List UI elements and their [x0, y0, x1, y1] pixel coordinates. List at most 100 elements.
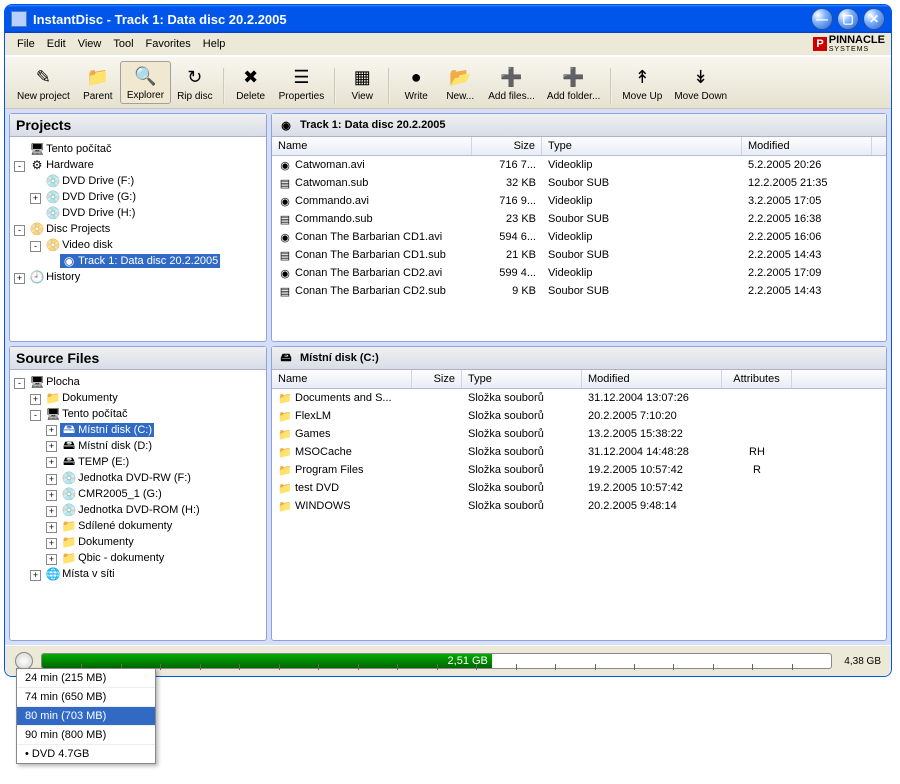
- toolbar-move-up[interactable]: ↟Move Up: [616, 63, 668, 104]
- menu-favorites[interactable]: Favorites: [140, 36, 197, 52]
- menu-view[interactable]: View: [72, 36, 108, 52]
- toolbar-rip-disc[interactable]: ↻Rip disc: [171, 63, 219, 104]
- menu-edit[interactable]: Edit: [41, 36, 72, 52]
- list-row[interactable]: ◉Catwoman.avi716 7...Videoklip5.2.2005 2…: [272, 156, 886, 174]
- menu-file[interactable]: File: [11, 36, 41, 52]
- toolbar-new-project[interactable]: ✎New project: [11, 63, 76, 104]
- tree-node[interactable]: 💿DVD Drive (F:): [44, 174, 136, 188]
- list-row[interactable]: 📁Program FilesSložka souborů19.2.2005 10…: [272, 461, 886, 479]
- tree-expander[interactable]: -: [14, 378, 25, 389]
- node-icon: 📀: [46, 238, 60, 252]
- menu-help[interactable]: Help: [197, 36, 232, 52]
- toolbar-new-[interactable]: 📂New...: [438, 63, 482, 104]
- list-row[interactable]: 📁MSOCacheSložka souborů31.12.2004 14:48:…: [272, 443, 886, 461]
- capacity-popup[interactable]: 24 min (215 MB)74 min (650 MB)80 min (70…: [16, 668, 156, 764]
- cell-mod: 20.2.2005 7:10:20: [582, 409, 722, 423]
- tree-expander[interactable]: +: [46, 554, 57, 565]
- tree-expander[interactable]: +: [30, 394, 41, 405]
- tree-node[interactable]: 📁Sdílené dokumenty: [60, 519, 174, 533]
- tree-node[interactable]: 📀Disc Projects: [28, 222, 112, 236]
- tree-expander[interactable]: +: [30, 193, 41, 204]
- drive-list[interactable]: 📁Documents and S...Složka souborů31.12.2…: [272, 389, 886, 633]
- list-row[interactable]: ◉Commando.avi716 9...Videoklip3.2.2005 1…: [272, 192, 886, 210]
- toolbar-write[interactable]: ●Write: [394, 63, 438, 104]
- track-list[interactable]: ◉Catwoman.avi716 7...Videoklip5.2.2005 2…: [272, 156, 886, 334]
- col-modified[interactable]: Modified: [582, 370, 722, 388]
- tree-node[interactable]: 📁Qbic - dokumenty: [60, 551, 166, 565]
- list-row[interactable]: 📁test DVDSložka souborů19.2.2005 10:57:4…: [272, 479, 886, 497]
- tree-node[interactable]: 🖴TEMP (E:): [60, 455, 131, 469]
- list-row[interactable]: 📁WINDOWSSložka souborů20.2.2005 9:48:14: [272, 497, 886, 515]
- toolbar-explorer[interactable]: 🔍Explorer: [120, 61, 171, 104]
- popup-item[interactable]: DVD 4.7GB: [17, 744, 155, 763]
- list-row[interactable]: ▤Conan The Barbarian CD1.sub21 KBSoubor …: [272, 246, 886, 264]
- tree-node[interactable]: 🌐Místa v síti: [44, 567, 117, 581]
- list-row[interactable]: 📁FlexLMSložka souborů20.2.2005 7:10:20: [272, 407, 886, 425]
- col-type[interactable]: Type: [542, 137, 742, 155]
- tree-node[interactable]: 🕘History: [28, 270, 82, 284]
- tree-node[interactable]: 💿DVD Drive (H:): [44, 206, 137, 220]
- node-icon: ◉: [62, 254, 76, 268]
- tree-node[interactable]: 📁Dokumenty: [60, 535, 136, 549]
- tree-expander[interactable]: +: [46, 522, 57, 533]
- list-row[interactable]: ◉Conan The Barbarian CD1.avi594 6...Vide…: [272, 228, 886, 246]
- tree-expander[interactable]: +: [46, 474, 57, 485]
- toolbar-label: Rip disc: [177, 91, 213, 102]
- tree-node[interactable]: ⚙Hardware: [28, 158, 96, 172]
- cell-mod: 2.2.2005 16:38: [742, 212, 872, 226]
- menu-tool[interactable]: Tool: [107, 36, 139, 52]
- col-modified[interactable]: Modified: [742, 137, 872, 155]
- col-type[interactable]: Type: [462, 370, 582, 388]
- maximize-button[interactable]: ▢: [837, 8, 859, 30]
- list-row[interactable]: ▤Conan The Barbarian CD2.sub9 KBSoubor S…: [272, 282, 886, 300]
- popup-item[interactable]: 90 min (800 MB): [17, 725, 155, 744]
- col-attributes[interactable]: Attributes: [722, 370, 792, 388]
- cell-type: Soubor SUB: [542, 212, 742, 226]
- toolbar-view[interactable]: ▦View: [340, 63, 384, 104]
- tree-expander[interactable]: -: [30, 410, 41, 421]
- tree-expander[interactable]: -: [14, 161, 25, 172]
- popup-item[interactable]: 24 min (215 MB): [17, 669, 155, 687]
- list-row[interactable]: 📁Documents and S...Složka souborů31.12.2…: [272, 389, 886, 407]
- tree-node[interactable]: 💿CMR2005_1 (G:): [60, 487, 164, 501]
- tree-expander[interactable]: -: [14, 225, 25, 236]
- tree-expander[interactable]: +: [30, 570, 41, 581]
- tree-node[interactable]: 🖥Plocha: [28, 375, 82, 389]
- list-row[interactable]: ▤Catwoman.sub32 KBSoubor SUB12.2.2005 21…: [272, 174, 886, 192]
- source-tree[interactable]: - 🖥Plocha+ 📁Dokumenty- 🖥Tento počítač+ 🖴…: [10, 370, 266, 640]
- tree-node[interactable]: ◉Track 1: Data disc 20.2.2005: [60, 254, 220, 268]
- popup-item[interactable]: 74 min (650 MB): [17, 687, 155, 706]
- tree-node[interactable]: 💿DVD Drive (G:): [44, 190, 138, 204]
- toolbar-delete[interactable]: ✖Delete: [229, 63, 273, 104]
- tree-expander[interactable]: +: [14, 273, 25, 284]
- toolbar-add-files-[interactable]: ➕Add files...: [482, 63, 541, 104]
- tree-node[interactable]: 📁Dokumenty: [44, 391, 120, 405]
- col-name[interactable]: Name: [272, 137, 472, 155]
- tree-expander[interactable]: +: [46, 425, 57, 436]
- tree-expander[interactable]: +: [46, 506, 57, 517]
- tree-node[interactable]: 💿Jednotka DVD-RW (F:): [60, 471, 193, 485]
- tree-expander[interactable]: +: [46, 457, 57, 468]
- tree-node[interactable]: 🖥Tento počítač: [28, 142, 113, 156]
- minimize-button[interactable]: —: [811, 8, 833, 30]
- tree-expander[interactable]: -: [30, 241, 41, 252]
- tree-expander[interactable]: +: [46, 538, 57, 549]
- tree-node[interactable]: 💿Jednotka DVD-ROM (H:): [60, 503, 202, 517]
- list-row[interactable]: 📁GamesSložka souborů13.2.2005 15:38:22: [272, 425, 886, 443]
- list-row[interactable]: ▤Commando.sub23 KBSoubor SUB2.2.2005 16:…: [272, 210, 886, 228]
- tree-expander[interactable]: +: [46, 490, 57, 501]
- col-size[interactable]: Size: [472, 137, 542, 155]
- toolbar-properties[interactable]: ☰Properties: [273, 63, 331, 104]
- tree-node[interactable]: 🖥Tento počítač: [44, 407, 129, 421]
- toolbar-add-folder-[interactable]: ➕Add folder...: [541, 63, 606, 104]
- toolbar-parent[interactable]: 📁Parent: [76, 63, 120, 104]
- tree-node[interactable]: 📀Video disk: [44, 238, 115, 252]
- col-size[interactable]: Size: [412, 370, 462, 388]
- col-name[interactable]: Name: [272, 370, 412, 388]
- tree-expander[interactable]: +: [46, 441, 57, 452]
- popup-item[interactable]: 80 min (703 MB): [17, 706, 155, 725]
- list-row[interactable]: ◉Conan The Barbarian CD2.avi599 4...Vide…: [272, 264, 886, 282]
- toolbar-move-down[interactable]: ↡Move Down: [668, 63, 733, 104]
- close-button[interactable]: ✕: [863, 8, 885, 30]
- projects-tree[interactable]: 🖥Tento počítač- ⚙Hardware 💿DVD Drive (F:…: [10, 137, 266, 341]
